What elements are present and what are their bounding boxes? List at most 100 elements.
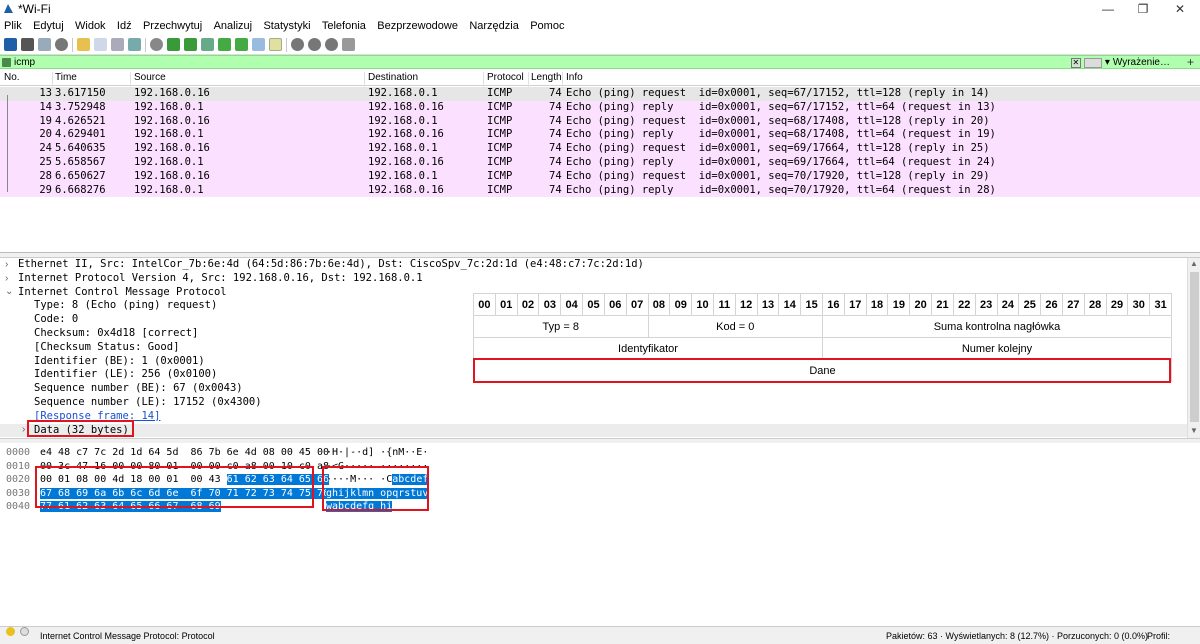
bit-index: 22: [952, 293, 976, 316]
cell-src: 192.168.0.16: [134, 114, 210, 127]
start-capture-icon[interactable]: [4, 38, 17, 51]
packet-row[interactable]: 14 3.752948 192.168.0.1 192.168.0.16 ICMP 74 E…: [0, 100, 1200, 115]
packet-row[interactable]: 24 5.640635 192.168.0.16 192.168.0.1 ICMP 74 E…: [0, 142, 1200, 156]
field-checksum-status[interactable]: [Checksum Status: Good]: [34, 341, 179, 355]
menu-narzedzia[interactable]: Narzędzia: [465, 18, 523, 35]
column-source[interactable]: Source: [134, 72, 166, 83]
last-packet-icon[interactable]: [235, 38, 248, 51]
find-packet-icon[interactable]: [150, 38, 163, 51]
menu-przechwytuj[interactable]: Przechwytuj: [139, 18, 206, 35]
cell-src: 192.168.0.1: [134, 128, 204, 141]
stop-capture-icon[interactable]: [21, 38, 34, 51]
packet-row[interactable]: 20 4.629401 192.168.0.1 192.168.0.16 ICMP 74 E…: [0, 128, 1200, 143]
bit-index: 18: [865, 293, 889, 316]
minimize-icon[interactable]: —: [1093, 0, 1123, 18]
save-file-icon[interactable]: [94, 38, 107, 51]
apply-filter-icon[interactable]: [1083, 57, 1102, 68]
packet-row[interactable]: 25 5.658567 192.168.0.1 192.168.0.16 ICMP 74 E…: [0, 156, 1200, 170]
expand-arrow-icon[interactable]: ›: [22, 424, 25, 435]
cell-src: 192.168.0.1: [134, 156, 204, 168]
profile-label[interactable]: Profil: Default: [1147, 627, 1200, 644]
details-scrollbar[interactable]: ▲ ▼: [1187, 258, 1200, 438]
packet-row[interactable]: 28 6.650627 192.168.0.16 192.168.0.1 ICMP 74 E…: [0, 169, 1200, 184]
menu-telefonia[interactable]: Telefonia: [318, 18, 370, 35]
zoom-reset-icon[interactable]: [325, 38, 338, 51]
cell-time: 5.640635: [55, 142, 106, 155]
column-time[interactable]: Time: [55, 72, 77, 83]
expert-info-icon[interactable]: [6, 627, 15, 636]
cell-len: 74: [549, 156, 562, 168]
field-seq-le[interactable]: Sequence number (LE): 17152 (0x4300): [34, 396, 262, 410]
column-length[interactable]: Length: [531, 72, 562, 83]
column-no[interactable]: No.: [4, 72, 20, 83]
cell-checksum: Suma kontrolna nagłówka: [822, 315, 1172, 338]
cell-info: Echo (ping) request id=0x0001, seq=69/17…: [566, 142, 990, 155]
capture-options-icon[interactable]: [55, 38, 68, 51]
menu-edytuj[interactable]: Edytuj: [29, 18, 68, 35]
bit-index: 07: [625, 293, 649, 316]
expand-arrow-icon[interactable]: ›: [5, 273, 8, 284]
packet-row[interactable]: 19 4.626521 192.168.0.16 192.168.0.1 ICMP 74 E…: [0, 114, 1200, 129]
display-filter-input[interactable]: icmp: [14, 56, 35, 69]
expressions-button[interactable]: Wyrażenie…: [1113, 57, 1170, 68]
column-info[interactable]: Info: [566, 72, 583, 83]
field-identifier-le[interactable]: Identifier (LE): 256 (0x0100): [34, 368, 217, 382]
menu-widok[interactable]: Widok: [71, 18, 110, 35]
go-to-packet-icon[interactable]: [201, 38, 214, 51]
autoscroll-icon[interactable]: [252, 38, 265, 51]
cell-dst: 192.168.0.16: [368, 100, 444, 113]
column-protocol[interactable]: Protocol: [487, 72, 524, 83]
menu-idz[interactable]: Idź: [113, 18, 136, 35]
bookmark-icon[interactable]: [2, 58, 11, 67]
tree-ethernet[interactable]: Ethernet II, Src: IntelCor_7b:6e:4d (64:…: [18, 258, 644, 272]
bit-index: 28: [1083, 293, 1107, 316]
add-filter-button[interactable]: +: [1187, 56, 1194, 69]
go-back-icon[interactable]: [167, 38, 180, 51]
collapse-arrow-icon[interactable]: ⌄: [5, 286, 13, 297]
menu-pomoc[interactable]: Pomoc: [526, 18, 568, 35]
packet-row[interactable]: 29 6.668276 192.168.0.1 192.168.0.16 ICMP 74 E…: [0, 183, 1200, 198]
clear-filter-icon[interactable]: ✕: [1070, 57, 1081, 68]
hex-bytes[interactable]: e4 48 c7 7c 2d 1d 64 5d 86 7b 6e 4d 08 0…: [40, 446, 329, 460]
hex-ascii[interactable]: ·H·|-·d] ·{nM··E·: [326, 446, 428, 460]
field-seq-be[interactable]: Sequence number (BE): 67 (0x0043): [34, 382, 243, 396]
zoom-in-icon[interactable]: [291, 38, 304, 51]
menu-analizuj[interactable]: Analizuj: [210, 18, 257, 35]
expand-arrow-icon[interactable]: ›: [5, 259, 8, 270]
menu-statystyki[interactable]: Statystyki: [259, 18, 314, 35]
resize-columns-icon[interactable]: [342, 38, 355, 51]
menu-bar: Plik Edytuj Widok Idź Przechwytuj Analiz…: [0, 18, 1200, 35]
close-icon[interactable]: ✕: [1165, 0, 1195, 18]
field-code[interactable]: Code: 0: [34, 313, 78, 327]
restart-capture-icon[interactable]: [38, 38, 51, 51]
column-destination[interactable]: Destination: [368, 72, 418, 83]
go-forward-icon[interactable]: [184, 38, 197, 51]
capture-comment-icon[interactable]: [20, 627, 29, 636]
window-title: *Wi-Fi: [18, 2, 51, 16]
bit-index: 26: [1040, 293, 1063, 316]
filter-dropdown-icon[interactable]: ▾: [1105, 57, 1110, 68]
close-file-icon[interactable]: [111, 38, 124, 51]
packet-row[interactable]: 13 3.617150 192.168.0.16 192.168.0.1 ICMP 74 E…: [0, 87, 1200, 101]
menu-bezprzewodowe[interactable]: Bezprzewodowe: [373, 18, 462, 35]
zoom-out-icon[interactable]: [308, 38, 321, 51]
scroll-down-icon[interactable]: ▼: [1190, 426, 1198, 435]
colorize-icon[interactable]: [269, 38, 282, 51]
field-type[interactable]: Type: 8 (Echo (ping) request): [34, 299, 217, 313]
menu-plik[interactable]: Plik: [0, 18, 26, 35]
field-identifier-be[interactable]: Identifier (BE): 1 (0x0001): [34, 355, 205, 369]
first-packet-icon[interactable]: [218, 38, 231, 51]
bit-index: 10: [691, 293, 714, 316]
reload-icon[interactable]: [128, 38, 141, 51]
field-checksum[interactable]: Checksum: 0x4d18 [correct]: [34, 327, 198, 341]
hex-offset: 0010: [6, 460, 31, 472]
cell-time: 4.626521: [55, 114, 106, 127]
cell-src: 192.168.0.16: [134, 87, 210, 99]
open-file-icon[interactable]: [77, 38, 90, 51]
tree-icmp[interactable]: Internet Control Message Protocol: [18, 286, 227, 300]
tree-ipv4[interactable]: Internet Protocol Version 4, Src: 192.16…: [18, 272, 423, 286]
ascii-plain: ·H·|-·d] ·{nM··E·: [326, 447, 429, 458]
scroll-up-icon[interactable]: ▲: [1190, 259, 1198, 268]
status-bar: Internet Control Message Protocol: Proto…: [0, 626, 1200, 644]
maximize-icon[interactable]: ❐: [1128, 0, 1158, 18]
